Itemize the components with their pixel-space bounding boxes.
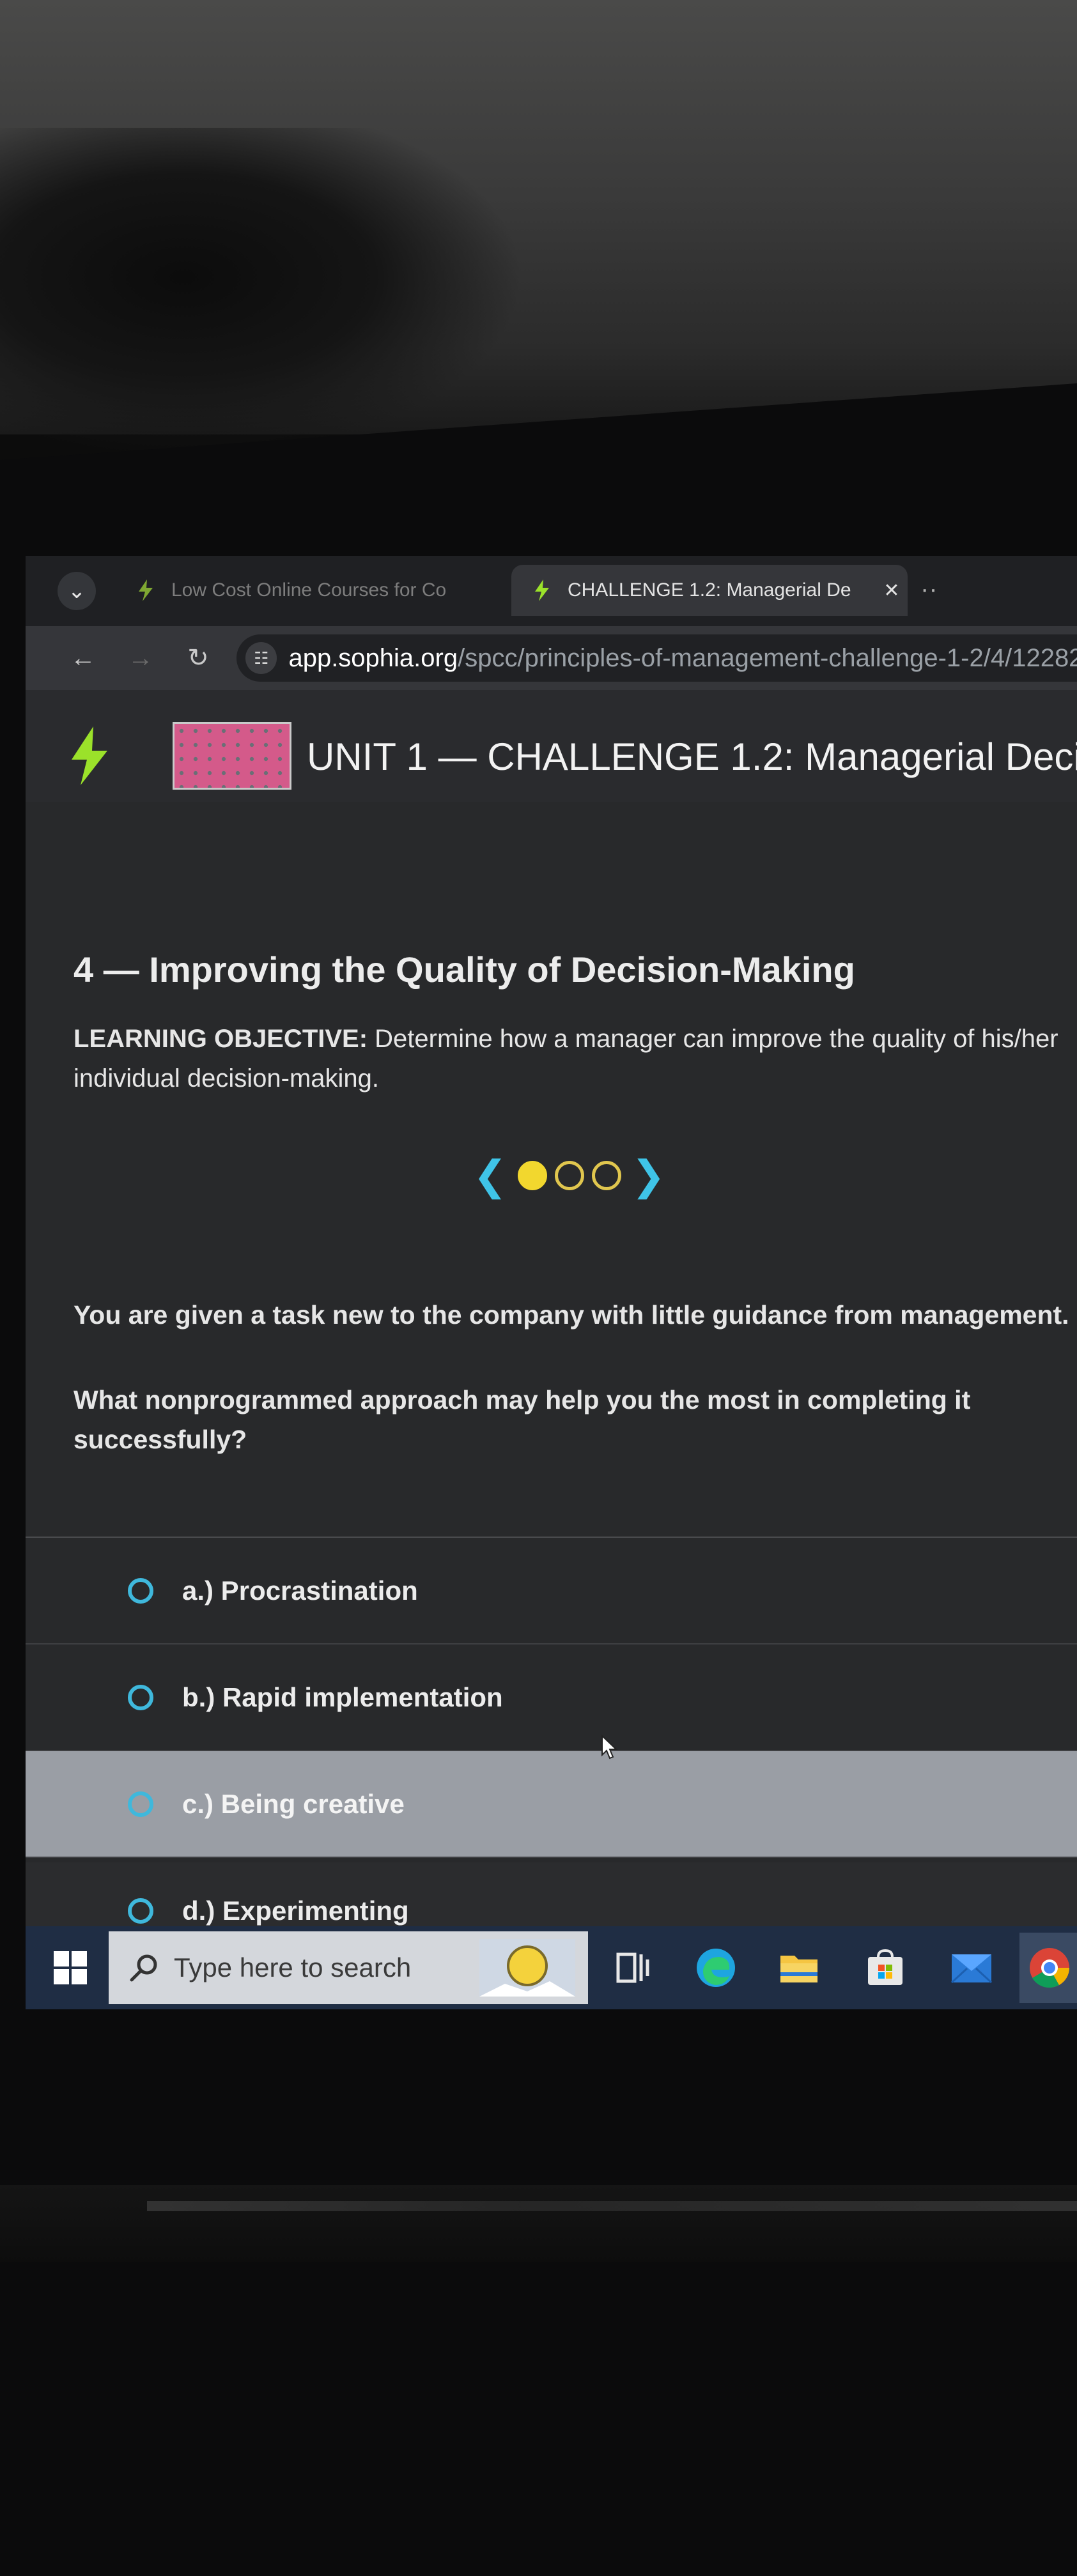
radio-button[interactable] [128,1684,153,1710]
browser-toolbar: ← → ↻ ☷ app.sophia.org/spcc/principles-o… [26,626,1077,690]
answer-label: a.) Procrastination [182,1575,418,1606]
answer-label: d.) Experimenting [182,1895,409,1926]
forward-arrow-icon[interactable]: → [121,639,160,677]
address-bar[interactable]: ☷ app.sophia.org/spcc/principles-of-mana… [236,634,1077,682]
tab-challenge-1-2[interactable]: CHALLENGE 1.2: Managerial De ✕ [511,565,908,616]
tab-title: Low Cost Online Courses for Co [171,579,447,601]
url-host: app.sophia.org [288,643,458,672]
url-path: /spcc/principles-of-management-challenge… [458,643,1077,672]
pager-dot-2[interactable] [554,1161,584,1190]
edge-icon[interactable] [693,1945,738,1990]
windows-taskbar: Type here to search [26,1926,1077,2009]
answer-option-a[interactable]: a.) Procrastination [26,1538,1077,1644]
sophia-favicon-icon [535,579,549,601]
mail-icon[interactable] [949,1945,994,1990]
background-shadow [0,128,524,460]
unit-thumbnail [173,722,291,790]
store-icon[interactable] [863,1945,908,1990]
tab-low-cost-courses[interactable]: Low Cost Online Courses for Co [115,565,511,616]
task-view-icon[interactable] [610,1945,655,1990]
radio-button[interactable] [128,1577,153,1604]
answer-label: b.) Rapid implementation [182,1682,503,1712]
taskbar-search-box[interactable]: Type here to search [109,1931,588,2004]
url-text: app.sophia.org/spcc/principles-of-manage… [288,644,1077,673]
browser-tab-strip: ⌄ Low Cost Online Courses for Co CHALLEN… [26,556,1077,626]
objective-label: LEARNING OBJECTIVE: [74,1025,368,1053]
pager-prev-icon[interactable]: ❮ [473,1155,508,1196]
laptop-keyboard-edge [0,2185,1077,2262]
course-header: UNIT 1 — CHALLENGE 1.2: Managerial Deci [26,690,1077,803]
back-arrow-icon[interactable]: ← [64,639,102,677]
radio-button[interactable] [128,1791,153,1817]
answer-option-c[interactable]: c.) Being creative [26,1751,1077,1858]
reload-icon[interactable]: ↻ [179,639,217,677]
challenge-content: 4 — Improving the Quality of Decision-Ma… [26,802,1077,1965]
pager-dot-1[interactable] [517,1161,547,1190]
close-tab-icon[interactable]: ✕ [876,579,908,602]
laptop-screen: ⌄ Low Cost Online Courses for Co CHALLEN… [26,556,1077,2009]
search-highlight-sun-icon [479,1939,575,1997]
pager-next-icon[interactable]: ❯ [631,1155,666,1196]
tab-search-button[interactable]: ⌄ [58,572,96,610]
file-explorer-icon[interactable] [777,1945,821,1990]
new-tab-button[interactable]: ·· [920,575,938,604]
question-scenario: You are given a task new to the company … [74,1300,1069,1330]
answer-label: c.) Being creative [182,1788,405,1819]
search-placeholder: Type here to search [174,1952,412,1982]
sophia-favicon-icon [139,579,153,601]
windows-icon[interactable] [51,1949,89,1987]
answer-option-b[interactable]: b.) Rapid implementation [26,1644,1077,1751]
section-title: 4 — Improving the Quality of Decision-Ma… [74,949,855,990]
learning-objective: LEARNING OBJECTIVE: Determine how a mana… [74,1019,1071,1098]
tab-title: CHALLENGE 1.2: Managerial De [568,579,851,601]
question-text: What nonprogrammed approach may help you… [74,1385,971,1454]
chrome-taskbar-highlight [1019,1933,1077,2003]
mouse-cursor-icon [601,1735,618,1759]
sophia-logo-icon[interactable] [64,725,115,786]
question-pager: ❮ ❯ [467,1150,672,1201]
pager-dot-3[interactable] [591,1161,621,1190]
chrome-icon[interactable] [1027,1945,1072,1990]
laptop-hinge-strip [147,2201,1077,2211]
challenge-title: UNIT 1 — CHALLENGE 1.2: Managerial Deci [307,735,1077,778]
site-settings-icon[interactable]: ☷ [245,642,277,674]
radio-button[interactable] [128,1897,153,1924]
answer-list: a.) Procrastination b.) Rapid implementa… [26,1537,1077,1965]
search-icon [130,1954,157,1982]
